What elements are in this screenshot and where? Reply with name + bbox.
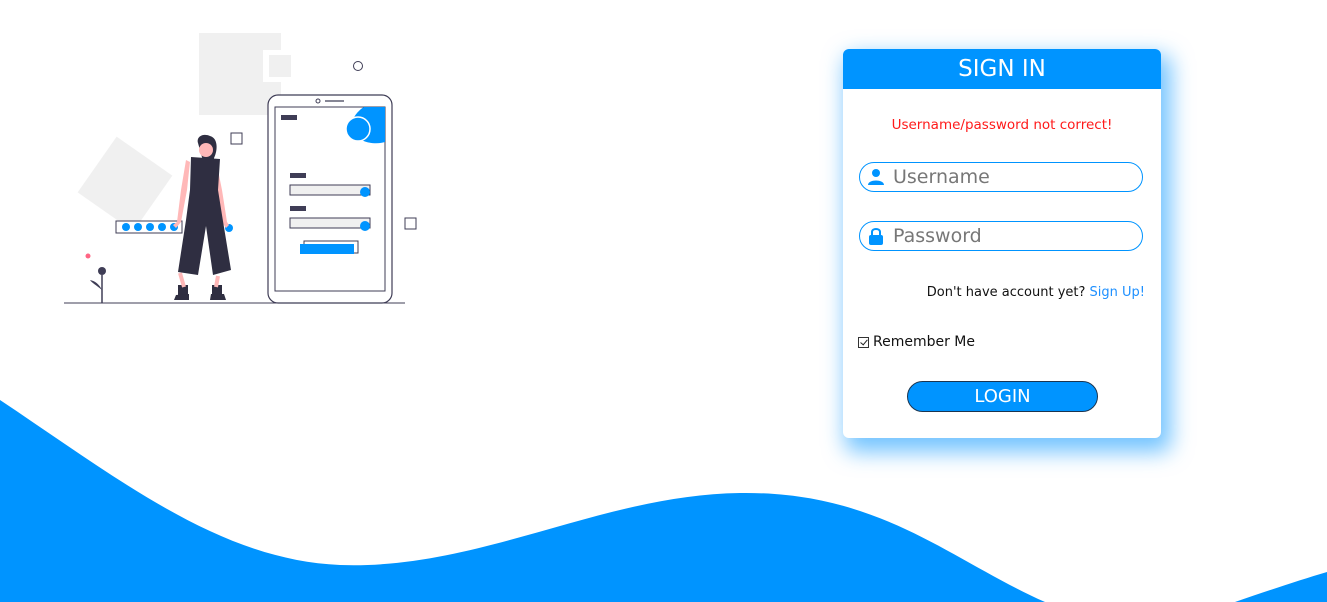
remember-me-option[interactable]: Remember Me (858, 334, 975, 350)
username-input[interactable] (893, 166, 1133, 188)
user-icon (868, 169, 884, 185)
signup-prompt-text: Don't have account yet? (926, 285, 1086, 300)
signup-link[interactable]: Sign Up! (1090, 285, 1145, 300)
login-error-message: Username/password not correct! (891, 117, 1113, 133)
sign-in-card: SIGN IN Username/password not correct! D… (843, 49, 1161, 438)
password-field[interactable] (859, 221, 1143, 251)
remember-me-checkbox[interactable] (858, 336, 869, 348)
lock-icon (869, 228, 883, 245)
signup-prompt-row: Don't have account yet? Sign Up! (927, 285, 1145, 300)
username-field[interactable] (859, 162, 1143, 192)
password-input[interactable] (893, 225, 1133, 247)
login-page: SIGN IN Username/password not correct! D… (0, 0, 1327, 602)
person-phone-login-illustration (64, 33, 417, 304)
sign-in-title: SIGN IN (843, 49, 1161, 89)
remember-me-label: Remember Me (873, 334, 975, 350)
login-button[interactable]: LOGIN (907, 381, 1098, 412)
